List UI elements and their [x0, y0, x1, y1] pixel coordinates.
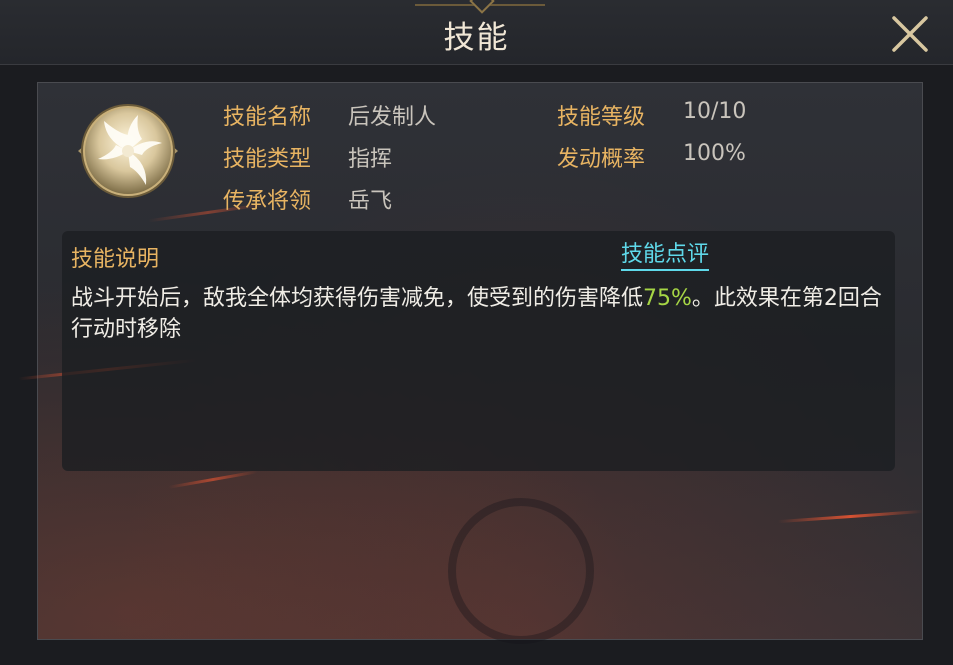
trigger-rate-value: 100% — [683, 141, 746, 166]
description-highlight: 75% — [643, 286, 692, 311]
title-ornament — [415, 0, 545, 6]
trigger-rate-label: 发动概率 — [557, 147, 646, 172]
skill-level-label: 技能等级 — [557, 105, 646, 130]
description-title: 技能说明 — [71, 247, 160, 272]
skill-type-value: 指挥 — [348, 147, 393, 172]
description-text: 战斗开始后，敌我全体均获得伤害减免，使受到的伤害降低75%。此效果在第2回合行动… — [71, 283, 886, 345]
skill-type-label: 技能类型 — [223, 147, 312, 172]
inherit-general-label: 传承将领 — [223, 189, 312, 214]
background-wheel — [448, 498, 594, 644]
skill-level-value: 10/10 — [683, 99, 747, 124]
skill-swirl-icon — [78, 104, 178, 198]
skill-name-label: 技能名称 — [223, 105, 312, 130]
inherit-general-value: 岳飞 — [348, 189, 393, 214]
close-icon — [892, 16, 928, 52]
ember-streak — [778, 509, 923, 524]
skill-name-value: 后发制人 — [348, 105, 437, 130]
skill-icon — [76, 101, 180, 201]
skill-review-link[interactable]: 技能点评 — [621, 241, 710, 271]
page-title: 技能 — [443, 20, 510, 56]
description-box: 技能说明 技能点评 战斗开始后，敌我全体均获得伤害减免，使受到的伤害降低75%。… — [62, 231, 895, 471]
close-button[interactable] — [888, 12, 932, 56]
title-bar: 技能 — [0, 0, 953, 65]
description-text-before: 战斗开始后，敌我全体均获得伤害减免，使受到的伤害降低 — [71, 286, 644, 311]
ember-streak — [168, 470, 258, 489]
